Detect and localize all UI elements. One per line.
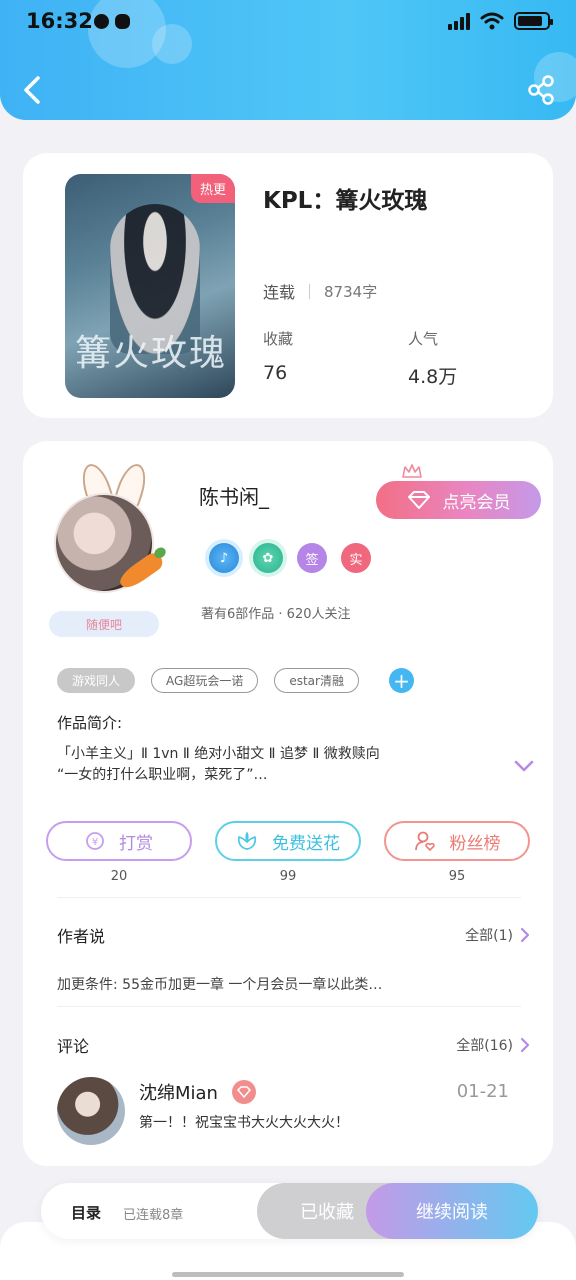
vip-diamond-icon (231, 1080, 256, 1104)
chevron-down-icon[interactable] (513, 759, 535, 773)
author-say-more[interactable]: 全部(1) (465, 925, 531, 945)
book-info-card: 篝火玫瑰 热更 KPL：篝火玫瑰 连载 8734字 收藏 76 人气 4.8万 (23, 153, 553, 418)
commenter-info: 沈绵Mian (139, 1079, 256, 1105)
header: 16:32 (0, 0, 576, 120)
action-row: ¥ 打赏 20 免费送花 99 粉丝榜 95 (46, 821, 530, 884)
flower-action: 免费送花 99 (215, 821, 361, 884)
fans-count: 95 (448, 869, 466, 884)
fans-ranking-button[interactable]: 粉丝榜 (384, 821, 530, 861)
status-time: 16:32 (26, 9, 93, 33)
flower-icon (237, 832, 257, 850)
send-flower-button[interactable]: 免费送花 (215, 821, 361, 861)
home-indicator[interactable] (172, 1272, 404, 1277)
wifi-icon (480, 12, 504, 30)
book-cover[interactable]: 篝火玫瑰 热更 (65, 174, 235, 398)
back-icon[interactable] (18, 72, 48, 108)
flower-count: 99 (279, 869, 297, 884)
tag-item[interactable]: estar清融 (274, 668, 359, 693)
book-status: 连载 8734字 (263, 279, 377, 303)
cover-title: 篝火玫瑰 (75, 333, 228, 374)
comments-title: 评论 (57, 1037, 90, 1056)
handshake-badge-icon[interactable]: ✿ (253, 543, 283, 573)
diamond-icon (407, 491, 430, 509)
signed-badge[interactable]: 签 (297, 543, 327, 573)
decor-badge: 随便吧 (49, 611, 159, 637)
svg-text:¥: ¥ (92, 837, 98, 848)
user-heart-icon (414, 831, 435, 852)
author-name[interactable]: 陈书闲_ (199, 481, 269, 510)
divider (57, 897, 521, 898)
tag-item[interactable]: AG超玩会一诺 (151, 668, 259, 693)
vip-button[interactable]: 点亮会员 (376, 481, 541, 519)
coin-icon: ¥ (86, 832, 104, 850)
favorites-value: 76 (263, 362, 288, 384)
favorites-label: 收藏 (263, 330, 294, 348)
author-card: 随便吧 陈书闲_ 点亮会员 ♪ ✿ 签 实 著有6部作品 · 620人关注 游戏… (23, 441, 553, 1166)
status-notification-icons (94, 14, 130, 29)
battery-icon (514, 12, 553, 30)
comments-more[interactable]: 全部(16) (456, 1035, 531, 1055)
intro-label: 作品简介: (57, 714, 123, 732)
chevron-right-icon (520, 1037, 530, 1053)
reward-count: 20 (110, 869, 128, 884)
intro-line: “一女的打什么职业啊，菜死了”… (57, 767, 268, 783)
favorites-stat: 收藏 76 (263, 328, 293, 384)
author-say-title: 作者说 (57, 927, 106, 946)
decor-bubble (152, 24, 192, 64)
verified-badge[interactable]: 实 (341, 543, 371, 573)
send-flower-label: 免费送花 (272, 833, 340, 854)
comment-text[interactable]: 第一！！祝宝宝书大火大火大火！ (139, 1112, 349, 1132)
popularity-value: 4.8万 (408, 366, 458, 388)
tag-list: 游戏同人 AG超玩会一诺 estar清融 + (57, 668, 414, 693)
author-meta: 著有6部作品 · 620人关注 (201, 607, 351, 622)
share-icon[interactable] (526, 74, 556, 106)
author-avatar-frame[interactable]: 随便吧 (49, 460, 166, 637)
word-count: 8734字 (324, 282, 378, 301)
reward-button[interactable]: ¥ 打赏 (46, 821, 192, 861)
reward-action: ¥ 打赏 20 (46, 821, 192, 884)
chevron-right-icon (520, 927, 530, 943)
vip-button-label: 点亮会员 (442, 492, 511, 513)
continue-reading-button[interactable]: 继续阅读 (366, 1183, 538, 1239)
book-title: KPL：篝火玫瑰 (263, 188, 428, 214)
intro-line: 「小羊主义」Ⅱ 1vn Ⅱ 绝对小甜文 Ⅱ 追梦 Ⅱ 微救赎向 (57, 746, 380, 762)
divider (309, 283, 311, 299)
fans-ranking-label: 粉丝榜 (449, 833, 501, 854)
fans-action: 粉丝榜 95 (384, 821, 530, 884)
commenter-avatar[interactable] (57, 1077, 125, 1145)
comments-more-label: 全部(16) (456, 1038, 513, 1054)
popularity-label: 人气 (408, 330, 439, 348)
globe-icon (94, 14, 109, 29)
chapter-count: 已连载8章 (123, 1208, 184, 1223)
reward-label: 打赏 (119, 833, 153, 854)
add-tag-icon[interactable]: + (388, 668, 414, 693)
toc-button[interactable]: 目录 (71, 1202, 101, 1223)
comment-date: 01-21 (456, 1081, 509, 1102)
author-badges: ♪ ✿ 签 实 (209, 543, 371, 573)
hot-badge: 热更 (190, 174, 235, 203)
bottom-action-bar: 目录 已连载8章 已收藏 继续阅读 (41, 1183, 538, 1239)
author-say-more-label: 全部(1) (465, 928, 513, 944)
intro-text[interactable]: 「小羊主义」Ⅱ 1vn Ⅱ 绝对小甜文 Ⅱ 追梦 Ⅱ 微救赎向 “一女的打什么职… (57, 744, 477, 786)
author-say-text[interactable]: 加更条件: 55金币加更一章 一个月会员一章以此类… (57, 974, 382, 994)
popularity-stat: 人气 4.8万 (408, 328, 457, 389)
music-badge-icon[interactable]: ♪ (209, 543, 239, 573)
serial-status: 连载 (263, 283, 296, 302)
wechat-icon (115, 14, 130, 29)
divider (57, 1006, 521, 1007)
crown-icon (402, 464, 422, 478)
commenter-name[interactable]: 沈绵Mian (139, 1079, 218, 1105)
status-right (448, 12, 553, 30)
signal-icon (448, 12, 470, 30)
tag-item[interactable]: 游戏同人 (57, 668, 136, 693)
